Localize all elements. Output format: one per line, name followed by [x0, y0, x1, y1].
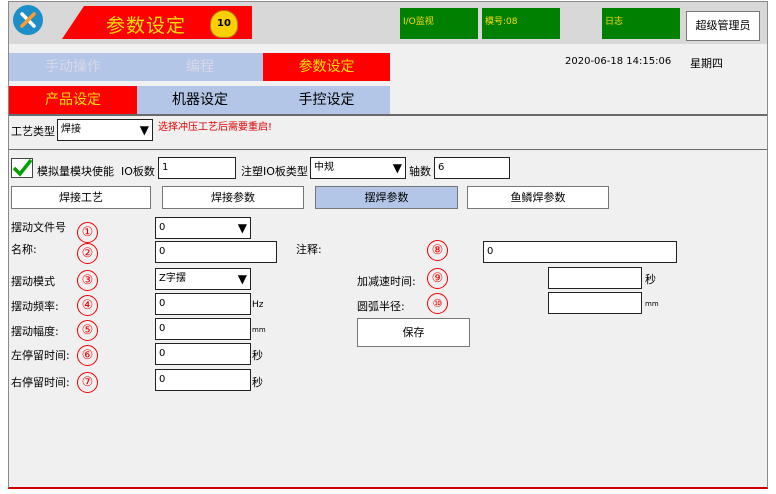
weave-frequency-label: 摆动频率: — [11, 300, 59, 313]
subtab-divider — [9, 114, 767, 116]
amplitude-unit: mm — [252, 326, 266, 334]
datetime-display: 2020-06-18 14:15:06 — [565, 56, 672, 67]
tab-programming[interactable]: 编程 — [137, 53, 263, 81]
name-label: 名称: — [11, 243, 37, 256]
axis-count-input[interactable]: 6 — [434, 157, 510, 179]
note-label: 注释: — [296, 243, 322, 256]
injection-io-type-select[interactable]: 中规 ▼ — [310, 157, 406, 179]
title-banner: 参数设定 10 — [62, 6, 252, 39]
process-type-label: 工艺类型 — [11, 125, 55, 138]
weave-amplitude-label: 摆动幅度: — [11, 325, 59, 338]
io-board-count-label: IO板数 — [121, 165, 155, 178]
weave-file-value: 0 — [159, 222, 166, 233]
weave-amplitude-input[interactable]: 0 — [155, 318, 251, 340]
tab-welding-parameters[interactable]: 焊接参数 — [162, 186, 304, 209]
restart-warning: 选择冲压工艺后需要重启! — [158, 122, 273, 133]
log-button[interactable]: 日志 — [602, 8, 680, 39]
tab-product-settings[interactable]: 产品设定 — [9, 86, 137, 114]
weekday-display: 星期四 — [690, 57, 723, 70]
sim-module-checkbox[interactable] — [11, 158, 33, 178]
chevron-down-icon: ▼ — [237, 272, 247, 286]
marker-8: ⑧ — [427, 240, 448, 261]
marker-2: ② — [77, 243, 98, 264]
model-number-button[interactable]: 模号:08 — [482, 8, 560, 39]
marker-1: ① — [77, 222, 98, 243]
weave-mode-select[interactable]: Z字摆 ▼ — [155, 268, 251, 290]
io-board-count-input[interactable]: 1 — [158, 157, 236, 179]
process-divider — [9, 149, 767, 150]
process-type-select[interactable]: 焊接 ▼ — [57, 119, 153, 141]
tab-manual-operation[interactable]: 手动操作 — [9, 53, 137, 81]
arc-radius-label: 圆弧半径: — [357, 300, 405, 313]
accel-time-label: 加减速时间: — [357, 275, 416, 288]
marker-7: ⑦ — [77, 372, 98, 393]
left-dwell-input[interactable]: 0 — [155, 343, 251, 365]
chevron-down-icon: ▼ — [392, 161, 402, 175]
marker-5: ⑤ — [77, 320, 98, 341]
marker-6: ⑥ — [77, 345, 98, 366]
chevron-down-icon: ▼ — [237, 221, 247, 235]
injection-io-type-label: 注塑IO板类型 — [241, 165, 308, 178]
arc-radius-input[interactable] — [548, 292, 642, 314]
right-dwell-input[interactable]: 0 — [155, 369, 251, 391]
weave-mode-label: 摆动模式 — [11, 275, 55, 288]
accel-time-unit: 秒 — [645, 273, 656, 286]
chevron-down-icon: ▼ — [139, 123, 149, 137]
note-input[interactable]: 0 — [483, 241, 677, 263]
settings-tool-icon[interactable] — [13, 5, 43, 35]
weave-file-select[interactable]: 0 ▼ — [155, 217, 251, 239]
process-type-value: 焊接 — [61, 124, 81, 135]
axis-count-label: 轴数 — [409, 165, 431, 178]
tab-machine-settings[interactable]: 机器设定 — [137, 86, 263, 114]
marker-4: ④ — [77, 295, 98, 316]
marker-9: ⑨ — [427, 268, 448, 289]
tab-handheld-settings[interactable]: 手控设定 — [263, 86, 390, 114]
marker-3: ③ — [77, 270, 98, 291]
io-monitor-button[interactable]: I/O监视 — [400, 8, 478, 39]
checkmark-icon — [12, 158, 33, 177]
weave-frequency-input[interactable]: 0 — [155, 293, 251, 315]
alarm-count-badge: 10 — [217, 18, 231, 29]
admin-button[interactable]: 超级管理员 — [686, 11, 760, 41]
left-dwell-label: 左停留时间: — [11, 349, 70, 362]
marker-10: ⑩ — [427, 293, 448, 314]
frequency-unit: Hz — [252, 300, 264, 310]
tab-welding-process[interactable]: 焊接工艺 — [11, 186, 151, 209]
save-button[interactable]: 保存 — [357, 318, 470, 347]
sim-module-label: 模拟量模块使能 — [37, 165, 114, 178]
accel-time-input[interactable] — [548, 267, 642, 289]
alarm-bell-icon[interactable]: 10 — [210, 10, 238, 38]
right-dwell-label: 右停留时间: — [11, 376, 70, 389]
weave-file-label: 摆动文件号 — [11, 221, 66, 234]
injection-io-type-value: 中规 — [314, 162, 334, 173]
tab-weave-parameters[interactable]: 摆焊参数 — [315, 186, 458, 209]
tab-parameter-settings[interactable]: 参数设定 — [263, 53, 390, 81]
right-dwell-unit: 秒 — [252, 376, 263, 389]
name-input[interactable]: 0 — [155, 241, 277, 263]
tab-fish-scale-parameters[interactable]: 鱼鳞焊参数 — [467, 186, 609, 209]
page-title: 参数设定 — [106, 15, 187, 37]
arc-radius-unit: mm — [645, 300, 659, 308]
weave-mode-value: Z字摆 — [159, 273, 186, 284]
left-dwell-unit: 秒 — [252, 349, 263, 362]
